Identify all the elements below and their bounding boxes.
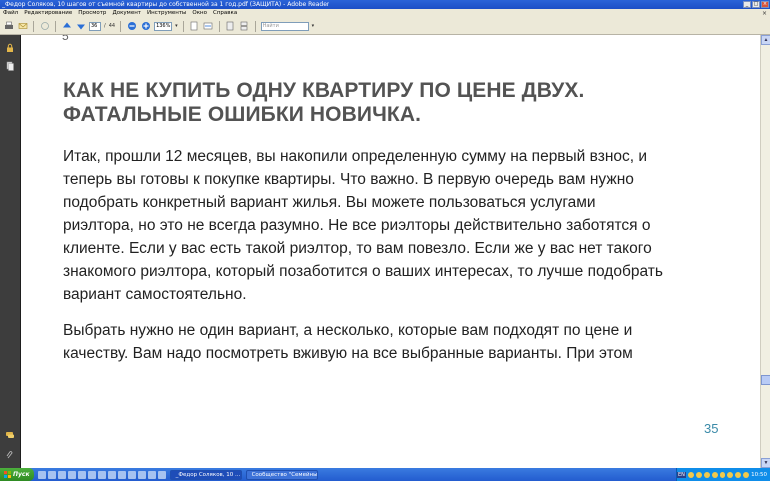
start-button[interactable]: Пуск: [0, 468, 34, 481]
toolbar-separator: [33, 20, 34, 32]
quick-launch-icon[interactable]: [87, 470, 96, 479]
attachments-icon[interactable]: [5, 450, 15, 460]
menu-window[interactable]: Окно: [192, 9, 207, 18]
quick-launch-icon[interactable]: [97, 470, 106, 479]
page-top-fragment: 5: [62, 35, 69, 43]
zoom-in-icon[interactable]: [140, 21, 151, 32]
toolbar-separator: [55, 20, 56, 32]
toolbar-separator: [182, 20, 184, 32]
menu-bar: Файл Редактирование Просмотр Документ Ин…: [0, 9, 770, 18]
tray-icon[interactable]: [703, 471, 710, 478]
tray-icon[interactable]: [711, 471, 718, 478]
toolbar-separator: [254, 20, 256, 32]
quick-launch-icon[interactable]: [157, 470, 166, 479]
taskbar: Пуск _Федор Соляков, 10 ... Сообщество "…: [0, 468, 770, 481]
tray-icon[interactable]: [743, 471, 750, 478]
tray-icon[interactable]: [687, 471, 694, 478]
quick-launch-icon[interactable]: [67, 470, 76, 479]
menu-tools[interactable]: Инструменты: [147, 9, 186, 18]
system-tray: EN 10:50: [676, 468, 770, 481]
menu-document[interactable]: Документ: [112, 9, 141, 18]
document-page: 5 КАК НЕ КУПИТЬ ОДНУ КВАРТИРУ ПО ЦЕНЕ ДВ…: [22, 35, 760, 468]
close-button[interactable]: ×: [761, 1, 769, 8]
scroll-down-icon[interactable]: ▼: [761, 458, 770, 468]
lock-icon[interactable]: [5, 43, 15, 53]
tray-icon[interactable]: [727, 471, 734, 478]
menu-help[interactable]: Справка: [213, 9, 237, 18]
paragraph: Выбрать нужно не один вариант, а несколь…: [63, 319, 753, 365]
hand-tool-icon[interactable]: [39, 21, 50, 32]
language-indicator[interactable]: EN: [676, 471, 686, 478]
clock: 10:50: [751, 471, 767, 478]
fit-width-icon[interactable]: [203, 21, 214, 32]
page-total: 44: [108, 23, 116, 29]
continuous-page-icon[interactable]: [239, 21, 250, 32]
tray-icon[interactable]: [719, 471, 726, 478]
text-line: Итак, прошли 12 месяцев, вы накопили опр…: [63, 148, 648, 165]
window-titlebar: _Федор Соляков, 10 шагов от съемной квар…: [0, 0, 770, 9]
document-close-button[interactable]: ×: [762, 9, 767, 18]
zoom-input[interactable]: 136%: [154, 21, 173, 31]
window-title: _Федор Соляков, 10 шагов от съемной квар…: [2, 1, 330, 8]
quick-launch: [37, 470, 166, 479]
text-line: теперь вы готовы к покупке квартиры. Что…: [63, 171, 634, 188]
search-dropdown-icon[interactable]: ▾: [312, 23, 315, 29]
taskbar-item-label: _Федор Соляков, 10 ...: [175, 471, 241, 478]
quick-launch-icon[interactable]: [117, 470, 126, 479]
fit-page-icon[interactable]: [189, 21, 200, 32]
quick-launch-icon[interactable]: [127, 470, 136, 479]
scroll-up-icon[interactable]: ▲: [761, 35, 770, 45]
maximize-button[interactable]: □: [752, 1, 760, 8]
vertical-scrollbar[interactable]: ▲ ▼: [760, 35, 770, 468]
scrollbar-thumb[interactable]: [761, 375, 770, 385]
windows-logo-icon: [4, 471, 11, 478]
quick-launch-icon[interactable]: [147, 470, 156, 479]
text-line: Выбрать нужно не один вариант, а несколь…: [63, 322, 633, 339]
single-page-icon[interactable]: [225, 21, 236, 32]
email-icon[interactable]: [17, 21, 28, 32]
menu-edit[interactable]: Редактирование: [24, 9, 72, 18]
paragraph: Итак, прошли 12 месяцев, вы накопили опр…: [63, 145, 753, 306]
quick-launch-icon[interactable]: [57, 470, 66, 479]
page-number-input[interactable]: 36: [89, 21, 101, 31]
quick-launch-icon[interactable]: [37, 470, 46, 479]
page-number: 35: [704, 421, 719, 436]
menu-file[interactable]: Файл: [3, 9, 18, 18]
comments-icon[interactable]: [5, 430, 15, 440]
text-line: подобрать конкретный вариант жилья. Вы м…: [63, 194, 596, 211]
quick-launch-icon[interactable]: [137, 470, 146, 479]
toolbar-separator: [218, 20, 220, 32]
page-separator: /: [104, 23, 106, 29]
previous-page-icon[interactable]: [61, 21, 72, 32]
taskbar-item-browser[interactable]: Сообщество "Семейны...: [245, 469, 318, 480]
heading-line: ФАТАЛЬНЫЕ ОШИБКИ НОВИЧКА.: [63, 103, 422, 126]
menu-view[interactable]: Просмотр: [78, 9, 106, 18]
search-input[interactable]: Найти: [260, 21, 309, 31]
zoom-dropdown-icon[interactable]: ▾: [175, 23, 178, 29]
minimize-button[interactable]: _: [743, 1, 751, 8]
text-line: риэлтора, но это не всегда разумно. Не в…: [63, 217, 651, 234]
taskbar-item-label: Сообщество "Семейны...: [251, 471, 318, 478]
pages-icon[interactable]: [5, 61, 15, 71]
start-label: Пуск: [13, 471, 30, 478]
page-heading: КАК НЕ КУПИТЬ ОДНУ КВАРТИРУ ПО ЦЕНЕ ДВУХ…: [63, 79, 743, 127]
quick-launch-icon[interactable]: [107, 470, 116, 479]
tray-icon[interactable]: [695, 471, 702, 478]
text-line: качеству. Вам надо посмотреть вживую на …: [63, 345, 633, 362]
print-icon[interactable]: [3, 21, 14, 32]
text-line: вариант самостоятельно.: [63, 286, 247, 303]
toolbar: 36 / 44 136% ▾ Найти ▾: [0, 18, 770, 35]
toolbar-separator: [120, 20, 122, 32]
next-page-icon[interactable]: [75, 21, 86, 32]
tray-icon[interactable]: [735, 471, 742, 478]
navigation-panel: [0, 35, 21, 468]
zoom-out-icon[interactable]: [126, 21, 137, 32]
quick-launch-icon[interactable]: [47, 470, 56, 479]
text-line: клиенте. Если у вас есть такой риэлтор, …: [63, 240, 652, 257]
taskbar-item-adobe-reader[interactable]: _Федор Соляков, 10 ...: [169, 469, 242, 480]
quick-launch-icon[interactable]: [77, 470, 86, 479]
heading-line: КАК НЕ КУПИТЬ ОДНУ КВАРТИРУ ПО ЦЕНЕ ДВУХ…: [63, 79, 585, 102]
text-line: знакомого риэлтора, который позаботится …: [63, 263, 663, 280]
